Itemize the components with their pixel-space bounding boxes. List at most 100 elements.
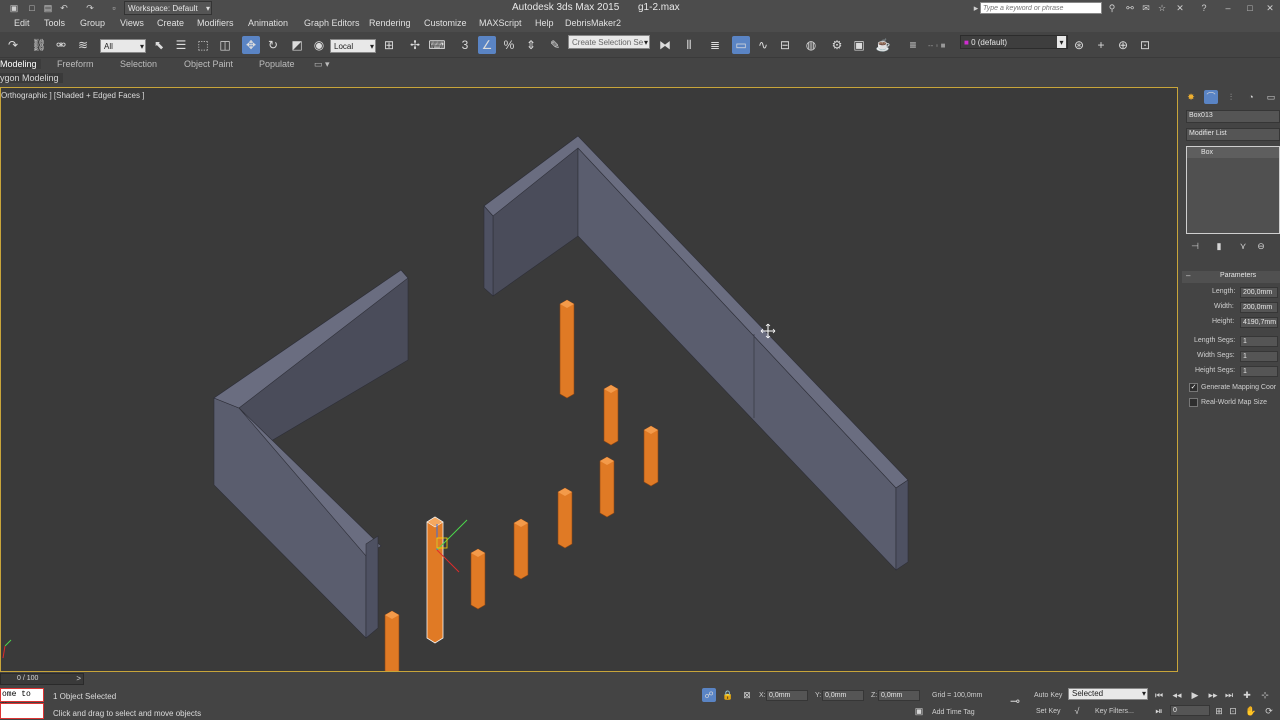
select-rotate-icon[interactable]: ↻ — [264, 36, 282, 54]
layer-settings-icon[interactable]: ⊛ — [1070, 36, 1088, 54]
redo-icon[interactable]: ↷ — [84, 2, 96, 14]
menu-edit[interactable]: Edit — [14, 18, 30, 28]
zoom-icon[interactable]: ✚ — [1240, 688, 1254, 702]
pivot-center-icon[interactable]: ⊞ — [380, 36, 398, 54]
set-keys-icon[interactable]: √ — [1070, 704, 1084, 718]
wall-right[interactable] — [483, 135, 909, 571]
orbit-icon[interactable]: ⟳ — [1262, 704, 1276, 718]
key-filters-button[interactable]: Key Filters... — [1095, 708, 1134, 715]
percent-snap-icon[interactable]: % — [500, 36, 518, 54]
next-frame-arrow-icon[interactable]: > — [76, 674, 81, 683]
maxscript-listener-output[interactable] — [0, 703, 44, 719]
motion-tab-icon[interactable]: ◔ — [1244, 90, 1258, 104]
hold-icon[interactable]: ▫ — [108, 2, 120, 14]
menu-rendering[interactable]: Rendering — [369, 18, 411, 28]
render-setup-icon[interactable]: ⚙ — [828, 36, 846, 54]
menu-graph-editors[interactable]: Graph Editors — [304, 18, 360, 28]
stack-item-box[interactable]: Box — [1187, 147, 1279, 158]
tab-selection[interactable]: Selection — [120, 59, 157, 69]
menu-create[interactable]: Create — [157, 18, 184, 28]
save-icon[interactable]: ▤ — [42, 2, 54, 14]
current-frame-field[interactable]: 0 — [1170, 705, 1210, 716]
minimize-icon[interactable]: – — [1222, 2, 1234, 14]
height-input[interactable]: 4190,7mm — [1240, 317, 1278, 328]
absolute-mode-icon[interactable]: ⊠ — [740, 688, 754, 702]
unlink-icon[interactable]: ⚮ — [52, 36, 70, 54]
pin-stack-icon[interactable]: ⊣ — [1188, 239, 1202, 253]
tab-object-paint[interactable]: Object Paint — [184, 59, 233, 69]
curve-editor-icon[interactable]: ∿ — [754, 36, 772, 54]
select-in-layer-icon[interactable]: ⊡ — [1136, 36, 1154, 54]
search-input[interactable] — [980, 2, 1102, 14]
make-unique-icon[interactable]: ⋎ — [1236, 239, 1250, 253]
scene-explorer-icon[interactable]: ▭ — [732, 36, 750, 54]
polygon-modeling-label[interactable]: ygon Modeling — [0, 73, 63, 83]
select-by-name-icon[interactable]: ☰ — [172, 36, 190, 54]
new-file-icon[interactable]: □ — [26, 2, 38, 14]
real-world-map-checkbox[interactable] — [1189, 398, 1198, 407]
reference-coord-dropdown[interactable]: Local ▾ — [330, 39, 376, 53]
menu-debrismaker[interactable]: DebrisMaker2 — [565, 18, 621, 28]
tab-modeling[interactable]: Modeling — [0, 59, 41, 69]
app-menu-icon[interactable]: ▣ — [8, 2, 20, 14]
select-move-icon[interactable]: ✥ — [242, 36, 260, 54]
binoculars-icon[interactable]: ⚲ — [1106, 2, 1118, 14]
snaps-toggle-icon[interactable]: 3 — [456, 36, 474, 54]
y-coord-field[interactable]: 0,0mm — [822, 690, 864, 701]
modify-tab-icon[interactable]: ⌒ — [1204, 90, 1218, 104]
scene-canvas[interactable] — [1, 88, 1177, 671]
key-mode-toggle-icon[interactable]: ⏯ — [1152, 704, 1166, 718]
select-scale-icon[interactable]: ◩ — [288, 36, 306, 54]
next-frame-icon[interactable]: ▸▸ — [1206, 688, 1220, 702]
tab-freeform[interactable]: Freeform — [57, 59, 94, 69]
modifier-stack[interactable]: Box — [1186, 146, 1280, 234]
spinner-snap-icon[interactable]: ⇕ — [522, 36, 540, 54]
manipulate-icon[interactable]: ✢ — [406, 36, 424, 54]
schematic-view-icon[interactable]: ⊟ — [776, 36, 794, 54]
width-segs-input[interactable]: 1 — [1240, 351, 1278, 362]
selection-filter-dropdown[interactable]: All ▾ — [100, 39, 146, 53]
wall-left[interactable] — [213, 269, 409, 639]
menu-group[interactable]: Group — [80, 18, 105, 28]
lock-selection-icon[interactable]: 🔒 — [721, 688, 735, 702]
hierarchy-tab-icon[interactable]: ⫶ — [1224, 90, 1238, 104]
layer-dropdown[interactable]: ■ 0 (default) ▾ — [960, 35, 1068, 49]
width-input[interactable]: 200,0mm — [1240, 302, 1278, 313]
height-segs-input[interactable]: 1 — [1240, 366, 1278, 377]
zoom-all-icon[interactable]: ⊹ — [1258, 688, 1272, 702]
mirror-icon[interactable]: ⧓ — [656, 36, 674, 54]
undo-icon[interactable]: ↶ — [58, 2, 70, 14]
maxscript-listener[interactable]: ome to M: — [0, 688, 44, 711]
menu-modifiers[interactable]: Modifiers — [197, 18, 234, 28]
angle-snap-icon[interactable]: ∠ — [478, 36, 496, 54]
window-crossing-icon[interactable]: ◫ — [216, 36, 234, 54]
layer-manager-icon[interactable]: ≣ — [706, 36, 724, 54]
exchange-icon[interactable]: ✕ — [1174, 2, 1186, 14]
layers-icon[interactable]: ≡ — [904, 36, 922, 54]
create-tab-icon[interactable]: ✸ — [1184, 90, 1198, 104]
previous-frame-icon[interactable]: ◂◂ — [1170, 688, 1184, 702]
menu-maxscript[interactable]: MAXScript — [479, 18, 522, 28]
maximize-icon[interactable]: □ — [1244, 2, 1256, 14]
communication-icon[interactable]: ✉ — [1140, 2, 1152, 14]
go-to-end-icon[interactable]: ⏭ — [1222, 688, 1236, 702]
link-icon[interactable]: ⛓ — [30, 36, 48, 54]
auto-key-button[interactable]: Auto Key — [1034, 692, 1062, 699]
x-coord-field[interactable]: 0,0mm — [766, 690, 808, 701]
workspace-dropdown[interactable]: Workspace: Default ▾ — [124, 1, 212, 15]
remove-modifier-icon[interactable]: ⊖ — [1254, 239, 1268, 253]
rendered-frame-icon[interactable]: ▣ — [850, 36, 868, 54]
layer-visibility-controls[interactable]: -- ◦ ■ — [928, 40, 960, 50]
ribbon-options-icon[interactable]: ▭ ▾ — [314, 59, 330, 70]
viewport[interactable]: Orthographic ] [Shaded + Edged Faces ] — [0, 87, 1178, 672]
close-icon[interactable]: ✕ — [1264, 2, 1276, 14]
display-tab-icon[interactable]: ▭ — [1264, 90, 1278, 104]
go-to-start-icon[interactable]: ⏮ — [1152, 688, 1166, 702]
menu-help[interactable]: Help — [535, 18, 554, 28]
menu-customize[interactable]: Customize — [424, 18, 467, 28]
pan-icon[interactable]: ✋ — [1244, 704, 1258, 718]
add-time-tag-button[interactable]: Add Time Tag — [932, 709, 975, 716]
time-tag-icon[interactable]: ▣ — [912, 704, 926, 718]
menu-views[interactable]: Views — [120, 18, 144, 28]
menu-animation[interactable]: Animation — [248, 18, 288, 28]
